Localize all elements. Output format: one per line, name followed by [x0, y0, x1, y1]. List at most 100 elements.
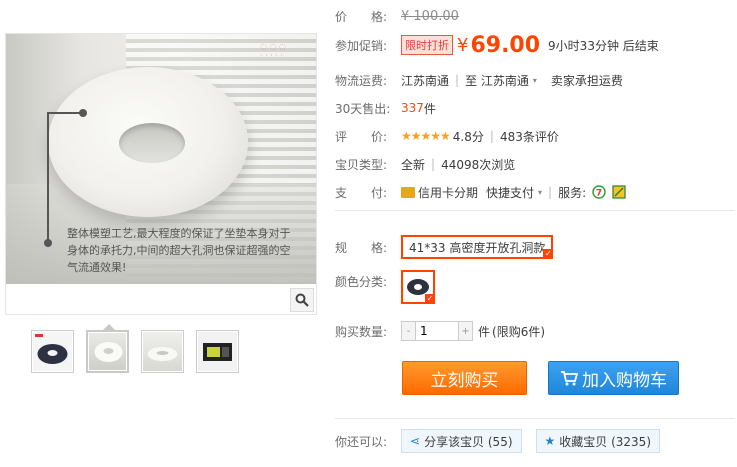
checkmark-icon: ✓: [543, 249, 554, 259]
color-label: 颜色分类:: [335, 275, 388, 289]
shipping-label: 物流运费:: [335, 73, 388, 88]
quantity-input[interactable]: [415, 322, 459, 340]
thumbnail-2-image: [89, 333, 126, 370]
share-button[interactable]: ⋖ 分享该宝贝 (55): [401, 429, 522, 453]
zoom-button[interactable]: [290, 288, 314, 312]
add-to-cart-button[interactable]: 加入购物车: [548, 361, 679, 395]
size-label: 规 格:: [335, 240, 388, 255]
buy-now-button[interactable]: 立刻购买: [402, 361, 527, 395]
promo-label: 参加促销:: [335, 38, 388, 53]
thumbnail-2[interactable]: [86, 324, 129, 373]
checkmark-icon: ✓: [425, 294, 435, 304]
type-label: 宝贝类型:: [335, 157, 388, 172]
size-option-selected[interactable]: 41*33 高密度开放孔洞款 ✓: [401, 235, 554, 259]
callout-dot-bottom: [44, 239, 52, 247]
sales-label: 30天售出:: [335, 101, 391, 116]
shipping-destination[interactable]: 至 江苏南通: [465, 72, 529, 89]
seven-day-return-icon[interactable]: 7: [592, 185, 606, 199]
type-separator: |: [431, 157, 436, 171]
main-product-image[interactable]: 整体模塑工艺,最大程度的保证了坐垫本身对于身体的承托力,中间的超大孔洞也保证超强…: [5, 33, 317, 315]
service-label: 服务:: [558, 185, 587, 200]
buy-now-label: 立刻购买: [430, 370, 499, 391]
image-caption: 整体模塑工艺,最大程度的保证了坐垫本身对于身体的承托力,中间的超大孔洞也保证超强…: [67, 227, 291, 274]
thumbnail-3-image: [143, 332, 182, 371]
price-label: 价 格:: [335, 9, 388, 24]
thumbnail-1-image: [33, 332, 72, 371]
size-option-label: 41*33 高密度开放孔洞款: [409, 240, 546, 255]
rating-value: 4.8分: [452, 129, 484, 144]
white-cushion-icon: [94, 342, 123, 362]
callout-line-horizontal: [47, 112, 81, 114]
decrease-button[interactable]: -: [402, 322, 415, 340]
side-cushion-icon: [147, 347, 178, 361]
shipping-row: 物流运费: 江苏南通 | 至 江苏南通 ▾ 卖家承担运费: [335, 69, 623, 91]
thumbnail-strip: [31, 324, 239, 373]
callout-dot: [79, 109, 87, 117]
chevron-down-icon[interactable]: ▾: [533, 76, 537, 85]
sales-unit: 件: [423, 101, 436, 116]
share-icon: ⋖: [410, 434, 421, 448]
rating-separator: |: [489, 129, 494, 143]
thumbnail-4-image: [198, 332, 237, 371]
package-icon: [203, 343, 232, 361]
increase-button[interactable]: +: [459, 322, 472, 340]
quantity-stepper: - +: [401, 321, 473, 341]
you-can-label: 你还可以:: [335, 434, 388, 449]
quantity-limit: (限购6件): [492, 324, 546, 339]
promo-row: 参加促销: 限时打折 ¥ 69.00 9小时33分钟 后结束: [335, 31, 659, 59]
color-row: 颜色分类: ✓: [335, 270, 435, 308]
favorite-label: 收藏宝贝 (3235): [559, 434, 651, 449]
credit-card-icon: [401, 186, 415, 198]
chevron-down-icon[interactable]: ▾: [538, 188, 542, 197]
quantity-label: 购买数量:: [335, 324, 388, 339]
magnifier-icon: [295, 293, 309, 307]
ring-cushion: [48, 67, 248, 217]
thumbnail-4[interactable]: [196, 330, 239, 373]
cushion-hole: [119, 123, 185, 163]
color-option-selected[interactable]: ✓: [401, 270, 435, 304]
payment-row: 支 付: 信用卡分期 快捷支付 ▾ | 服务: 7: [335, 181, 626, 203]
shipping-from: 江苏南通: [401, 73, 450, 88]
review-count-link[interactable]: 483条评价: [500, 128, 559, 145]
sales-count: 337: [401, 101, 424, 115]
payment-label: 支 付:: [335, 185, 388, 200]
add-to-cart-label: 加入购物车: [582, 370, 667, 391]
promo-tag: 限时打折: [401, 35, 453, 55]
item-type-row: 宝贝类型: 全新 | 44098次浏览: [335, 153, 515, 175]
payment-separator: |: [548, 185, 553, 199]
shipping-separator: |: [455, 73, 460, 87]
original-price: ¥ 100.00: [401, 8, 459, 24]
shop-watermark: ◌ ◌ ◌ · · · · ·: [260, 42, 287, 60]
item-condition: 全新: [401, 157, 426, 172]
sales-row: 30天售出: 337 件: [335, 97, 436, 119]
svg-text:7: 7: [596, 189, 602, 199]
price-row: 价 格: ¥ 100.00: [335, 5, 459, 27]
share-label: 分享该宝贝 (55): [424, 434, 513, 449]
divider: [335, 418, 735, 419]
installment-option[interactable]: 信用卡分期: [418, 184, 478, 201]
sale-price: 69.00: [470, 32, 541, 58]
star-icon: ★: [544, 434, 556, 448]
callout-line: [47, 112, 49, 242]
star-rating-icon: ★★★★★: [401, 129, 451, 143]
thumbnail-1[interactable]: [31, 330, 74, 373]
currency-symbol: ¥: [457, 34, 469, 56]
extra-actions-row: 你还可以: ⋖ 分享该宝贝 (55) ★ 收藏宝贝 (3235): [335, 428, 660, 454]
view-count: 44098次浏览: [441, 157, 516, 172]
favorite-button[interactable]: ★ 收藏宝贝 (3235): [535, 429, 660, 453]
shipping-fee: 卖家承担运费: [550, 73, 623, 88]
quantity-unit: 件: [478, 324, 491, 339]
size-row: 规 格: 41*33 高密度开放孔洞款 ✓: [335, 234, 554, 260]
cart-icon: [561, 371, 578, 386]
thumbnail-3[interactable]: [141, 330, 184, 373]
product-photo: 整体模塑工艺,最大程度的保证了坐垫本身对于身体的承托力,中间的超大孔洞也保证超强…: [6, 34, 316, 284]
rating-row: 评 价: ★★★★★ 4.8分 | 483条评价: [335, 125, 559, 147]
color-swatch-image: [407, 279, 429, 295]
rating-label: 评 价:: [335, 129, 388, 144]
guarantee-icon[interactable]: [612, 185, 626, 199]
dark-cushion-icon: [35, 334, 68, 364]
quick-pay-option[interactable]: 快捷支付: [486, 184, 534, 201]
divider: [335, 210, 735, 211]
promo-countdown: 9小时33分钟 后结束: [548, 38, 659, 53]
quantity-row: 购买数量: - + 件 (限购6件): [335, 320, 545, 342]
